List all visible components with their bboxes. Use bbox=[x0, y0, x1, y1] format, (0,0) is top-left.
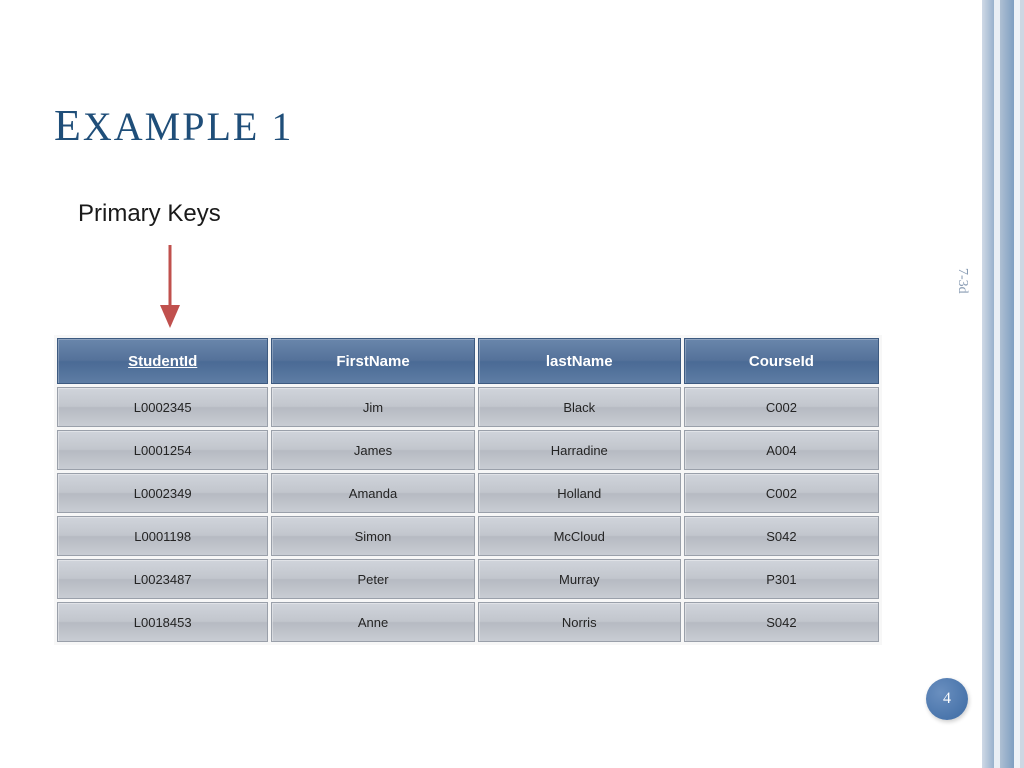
cell-courseid: C002 bbox=[684, 473, 879, 513]
title-cap: E bbox=[54, 101, 83, 150]
primary-keys-label: Primary Keys bbox=[78, 200, 221, 228]
deco-bar bbox=[1020, 0, 1024, 768]
cell-firstname: Amanda bbox=[271, 473, 474, 513]
cell-firstname: James bbox=[271, 430, 474, 470]
cell-lastname: McCloud bbox=[478, 516, 681, 556]
page-number: 4 bbox=[943, 690, 951, 708]
right-decoration bbox=[982, 0, 1024, 768]
table-row: L0018453 Anne Norris S042 bbox=[57, 602, 879, 642]
cell-courseid: A004 bbox=[684, 430, 879, 470]
cell-studentid: L0023487 bbox=[57, 559, 268, 599]
cell-lastname: Harradine bbox=[478, 430, 681, 470]
arrow-down-icon bbox=[155, 240, 185, 330]
students-table-wrap: StudentId FirstName lastName CourseId L0… bbox=[54, 335, 882, 645]
cell-studentid: L0001198 bbox=[57, 516, 268, 556]
slide: EXAMPLE 1 Primary Keys 7-3d 4 StudentId … bbox=[0, 0, 1024, 768]
page-number-badge: 4 bbox=[926, 678, 968, 720]
table-row: L0023487 Peter Murray P301 bbox=[57, 559, 879, 599]
cell-courseid: S042 bbox=[684, 602, 879, 642]
table-header-row: StudentId FirstName lastName CourseId bbox=[57, 338, 879, 384]
col-header-firstname: FirstName bbox=[271, 338, 474, 384]
col-header-lastname: lastName bbox=[478, 338, 681, 384]
table-row: L0001198 Simon McCloud S042 bbox=[57, 516, 879, 556]
cell-studentid: L0002349 bbox=[57, 473, 268, 513]
cell-firstname: Jim bbox=[271, 387, 474, 427]
cell-studentid: L0018453 bbox=[57, 602, 268, 642]
cell-courseid: C002 bbox=[684, 387, 879, 427]
cell-studentid: L0002345 bbox=[57, 387, 268, 427]
col-header-courseid: CourseId bbox=[684, 338, 879, 384]
cell-studentid: L0001254 bbox=[57, 430, 268, 470]
cell-firstname: Peter bbox=[271, 559, 474, 599]
cell-firstname: Simon bbox=[271, 516, 474, 556]
deco-bar bbox=[1000, 0, 1014, 768]
table-row: L0002349 Amanda Holland C002 bbox=[57, 473, 879, 513]
cell-lastname: Murray bbox=[478, 559, 681, 599]
side-label: 7-3d bbox=[954, 268, 970, 294]
cell-lastname: Black bbox=[478, 387, 681, 427]
students-table: StudentId FirstName lastName CourseId L0… bbox=[54, 335, 882, 645]
deco-bar bbox=[982, 0, 994, 768]
title-rest: XAMPLE 1 bbox=[83, 104, 293, 149]
table-row: L0001254 James Harradine A004 bbox=[57, 430, 879, 470]
cell-courseid: P301 bbox=[684, 559, 879, 599]
cell-lastname: Norris bbox=[478, 602, 681, 642]
table-row: L0002345 Jim Black C002 bbox=[57, 387, 879, 427]
col-header-studentid: StudentId bbox=[57, 338, 268, 384]
page-title: EXAMPLE 1 bbox=[54, 100, 293, 151]
cell-lastname: Holland bbox=[478, 473, 681, 513]
cell-courseid: S042 bbox=[684, 516, 879, 556]
cell-firstname: Anne bbox=[271, 602, 474, 642]
